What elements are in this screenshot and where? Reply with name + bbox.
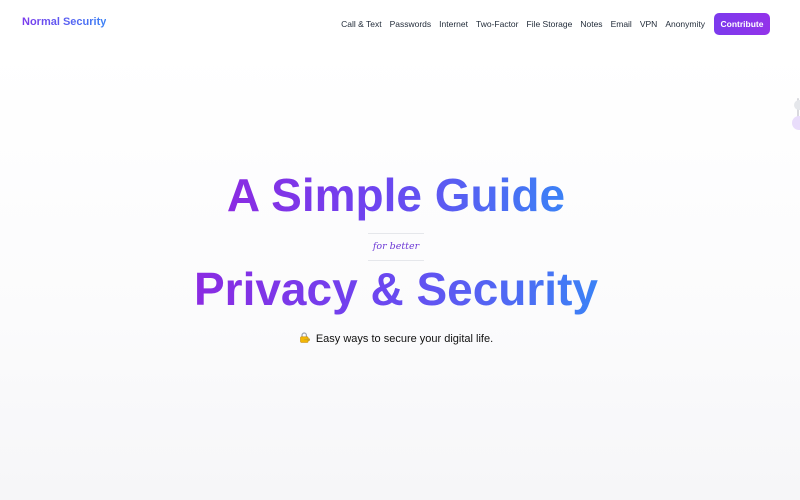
edge-decoration-dot (792, 116, 800, 130)
hero-subline-divider: for better (368, 233, 424, 261)
brand-logo-link[interactable]: Normal Security (22, 16, 106, 28)
contribute-button[interactable]: Contribute (714, 13, 770, 35)
hero-subline: for better (372, 241, 420, 252)
top-navbar: Normal Security Call & Text Passwords In… (0, 0, 800, 48)
lock-with-key-icon (299, 332, 311, 343)
hero-tagline-text: Easy ways to secure your digital life. (315, 333, 494, 345)
hero-headline-line1: A Simple Guide (0, 168, 792, 222)
hero-headline-line2: Privacy & Security (0, 262, 792, 316)
nav-link-internet[interactable]: Internet (439, 18, 468, 30)
nav-link-file-storage[interactable]: File Storage (527, 18, 573, 30)
nav-link-passwords[interactable]: Passwords (390, 18, 432, 30)
nav-link-email[interactable]: Email (611, 18, 632, 30)
hero-headline-line2-text: Privacy & Security (193, 263, 598, 315)
edge-decoration (788, 100, 800, 140)
nav-link-vpn[interactable]: VPN (640, 18, 657, 30)
hero-tagline: Easy ways to secure your digital life. (0, 332, 792, 345)
hero-section: A Simple Guide for better Privacy & Secu… (0, 0, 800, 500)
nav-link-call-text[interactable]: Call & Text (341, 18, 381, 30)
nav-link-anonymity[interactable]: Anonymity (665, 18, 705, 30)
nav-link-notes[interactable]: Notes (580, 18, 602, 30)
nav-link-two-factor[interactable]: Two-Factor (476, 18, 519, 30)
nav-links: Call & Text Passwords Internet Two-Facto… (341, 18, 705, 30)
hero-headline-line1-text: A Simple Guide (226, 169, 566, 221)
edge-decoration-dot (794, 100, 800, 110)
